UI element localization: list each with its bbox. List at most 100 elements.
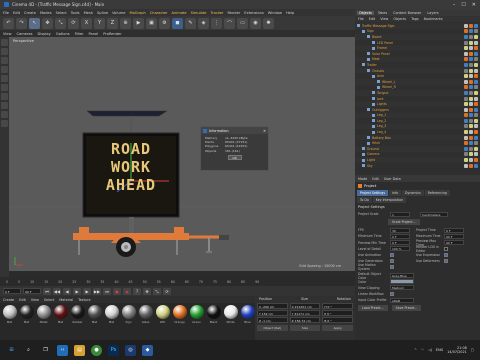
- linear-workflow-checkbox[interactable]: [390, 292, 394, 297]
- material-swatch[interactable]: Mat: [19, 305, 34, 338]
- material-menu-item[interactable]: Select: [44, 298, 54, 302]
- input-color-profile-dropdown[interactable]: sRGB: [390, 297, 414, 303]
- render-picture-viewer-button[interactable]: ▣: [146, 17, 157, 29]
- close-button[interactable]: ✕: [472, 2, 476, 8]
- axis-y-button[interactable]: Y: [94, 17, 105, 29]
- rotation-key-button[interactable]: ⟳: [163, 287, 171, 295]
- save-preset-button[interactable]: Save Preset...: [391, 305, 422, 312]
- use-deformers-checkbox[interactable]: [444, 259, 448, 264]
- material-menu-item[interactable]: Create: [3, 298, 14, 302]
- viewport-menu-item[interactable]: Filter: [75, 32, 84, 36]
- material-swatch[interactable]: Sign: [121, 305, 136, 338]
- axis-mode-icon[interactable]: [1, 93, 8, 100]
- attribute-tab[interactable]: Project Settings: [357, 189, 388, 196]
- material-menu-item[interactable]: Material: [59, 298, 73, 302]
- move-button[interactable]: ✥: [42, 17, 53, 29]
- preview-max-field[interactable]: 90 F: [444, 240, 464, 246]
- scale-button[interactable]: ⤡: [55, 17, 66, 29]
- material-swatch[interactable]: Orange: [172, 305, 187, 338]
- size-x-field[interactable]: X 211201 cm: [289, 303, 321, 309]
- menu-item[interactable]: Simulate: [191, 11, 207, 15]
- object-menu-item[interactable]: File: [358, 17, 364, 21]
- menu-item[interactable]: Spline: [97, 11, 108, 15]
- edges-mode-icon[interactable]: [1, 75, 8, 82]
- viewport-menu-item[interactable]: Options: [56, 32, 70, 36]
- default-color-dropdown[interactable]: Gray-Blue: [390, 273, 414, 279]
- menu-item[interactable]: Help: [286, 11, 294, 15]
- menu-item[interactable]: Tools: [71, 11, 80, 15]
- min-time-field[interactable]: 0 F: [390, 233, 410, 239]
- material-swatch[interactable]: Blue: [240, 305, 255, 338]
- viewport-menu-item[interactable]: View: [3, 32, 12, 36]
- viewport-menu-item[interactable]: Display: [38, 32, 51, 36]
- project-time-field[interactable]: 0 F: [444, 227, 464, 233]
- view-clipping-dropdown[interactable]: Medium: [390, 285, 414, 291]
- autokey-button[interactable]: ◉: [123, 287, 131, 295]
- rotate-button[interactable]: ⟳: [68, 17, 79, 29]
- photoshop-icon[interactable]: Ps: [108, 344, 119, 356]
- fps-field[interactable]: 30: [390, 227, 410, 233]
- chrome-icon[interactable]: ●: [91, 344, 102, 356]
- attribute-tab[interactable]: Info: [389, 189, 402, 196]
- use-animation-checkbox[interactable]: [390, 253, 394, 258]
- menu-item[interactable]: Window: [268, 11, 282, 15]
- menu-item[interactable]: Character: [150, 11, 168, 15]
- menu-item[interactable]: Modes: [40, 11, 52, 15]
- material-menu-item[interactable]: View: [31, 298, 39, 302]
- viewport-menu-item[interactable]: Panel: [89, 32, 99, 36]
- prev-key-button[interactable]: ◀◀: [53, 287, 61, 295]
- material-swatch[interactable]: Mat: [87, 305, 102, 338]
- start-frame-field[interactable]: 0 F: [3, 288, 21, 294]
- material-swatch[interactable]: Mat: [2, 305, 17, 338]
- menu-item[interactable]: Select: [56, 11, 67, 15]
- coordinate-system-button[interactable]: ⊕: [120, 17, 131, 29]
- language-indicator[interactable]: ENG: [436, 348, 443, 352]
- preview-min-field[interactable]: 0 F: [390, 240, 410, 246]
- dialog-close-icon[interactable]: ✕: [263, 129, 268, 133]
- rotation-b-field[interactable]: B 0 °: [322, 317, 354, 323]
- use-generators-checkbox[interactable]: [390, 259, 394, 264]
- material-menu-item[interactable]: Texture: [78, 298, 90, 302]
- tab-content-browser[interactable]: Content Browser: [391, 11, 423, 15]
- dialog-ok-button[interactable]: OK: [227, 154, 242, 160]
- points-mode-icon[interactable]: [1, 66, 8, 73]
- size-y-field[interactable]: Y 41171 cm: [289, 310, 321, 316]
- render-view-button[interactable]: ▶: [133, 17, 144, 29]
- object-menu-item[interactable]: Objects: [393, 17, 406, 21]
- bend-icon[interactable]: ⌒: [224, 17, 235, 29]
- material-menu-item[interactable]: Edit: [19, 298, 26, 302]
- object-menu-item[interactable]: View: [380, 17, 388, 21]
- use-motion-checkbox[interactable]: [390, 265, 394, 270]
- attribute-tab[interactable]: Key Interpolation: [372, 196, 406, 203]
- undo-button[interactable]: ↶: [3, 17, 14, 29]
- attribute-tab[interactable]: Referencing: [424, 189, 450, 196]
- end-frame-field[interactable]: 90 F: [23, 288, 41, 294]
- redo-button[interactable]: ↷: [16, 17, 27, 29]
- light-icon[interactable]: ✺: [263, 17, 274, 29]
- windows-start-icon[interactable]: ⊞: [6, 345, 17, 356]
- material-swatch[interactable]: Mat: [104, 305, 119, 338]
- menu-item[interactable]: Volume: [112, 11, 125, 15]
- keyframe-selection-button[interactable]: ?: [133, 287, 141, 295]
- snap-icon[interactable]: [1, 111, 8, 118]
- model-mode-icon[interactable]: [1, 39, 8, 46]
- volume-icon[interactable]: ◁): [428, 348, 432, 352]
- axis-x-button[interactable]: X: [81, 17, 92, 29]
- tray-chevron-icon[interactable]: ^: [414, 348, 417, 352]
- cube-icon[interactable]: ◼: [172, 17, 183, 29]
- network-icon[interactable]: ◠: [421, 348, 424, 352]
- explorer-icon[interactable]: ▤: [74, 344, 85, 356]
- camera-icon[interactable]: ◉: [250, 17, 261, 29]
- tab-layers[interactable]: Layers: [425, 11, 440, 15]
- scale-project-button[interactable]: Scale Project...: [388, 219, 420, 226]
- menu-item[interactable]: Create: [24, 11, 36, 15]
- lock-icon[interactable]: [1, 120, 8, 127]
- load-preset-button[interactable]: Load Preset...: [358, 305, 388, 312]
- task-view-icon[interactable]: ❐: [40, 345, 51, 356]
- timeline-ruler[interactable]: 0 5 10 15 20 25 30 35 40 45 50 55 60 65 70 75 80 85 90: [0, 277, 355, 286]
- size-z-field[interactable]: Z 156.74 cm: [289, 317, 321, 323]
- next-key-button[interactable]: ▶▶: [93, 287, 101, 295]
- rotation-p-field[interactable]: P 0 °: [322, 310, 354, 316]
- array-icon[interactable]: ⋮: [211, 17, 222, 29]
- max-time-field[interactable]: 90 F: [444, 233, 464, 239]
